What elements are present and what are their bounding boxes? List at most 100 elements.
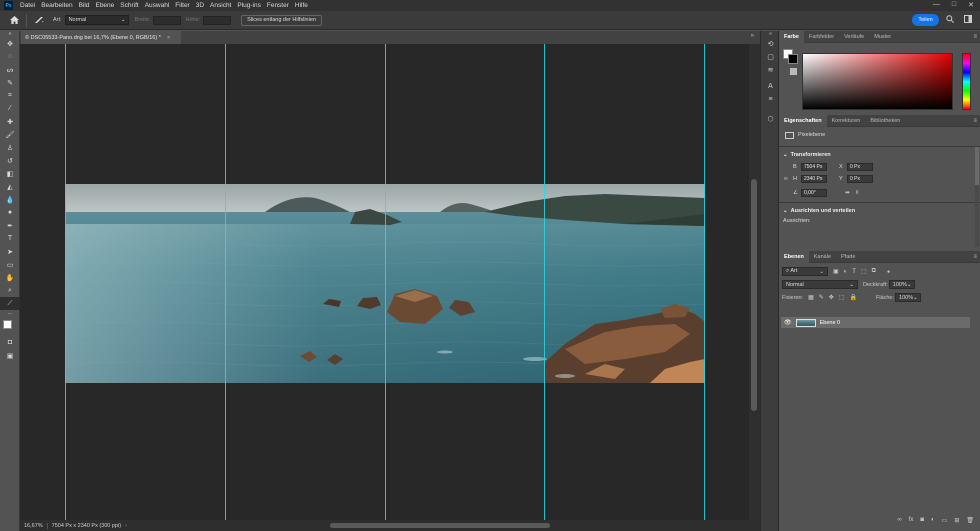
tab-bibliotheken[interactable]: Bibliotheken <box>865 115 905 127</box>
x-input[interactable]: 0 Px <box>847 163 873 171</box>
layer-name[interactable]: Ebene 0 <box>820 320 841 326</box>
healing-brush-tool-icon[interactable]: ✚ <box>0 115 20 128</box>
workspace-icon[interactable] <box>964 15 972 25</box>
guide-line[interactable] <box>704 44 705 520</box>
paint-bucket-tool-icon[interactable]: ◭ <box>0 180 20 193</box>
menu-datei[interactable]: Datei <box>17 2 38 9</box>
tab-ebenen[interactable]: Ebenen <box>779 250 809 263</box>
crop-tool-icon[interactable]: ⌗ <box>0 89 20 102</box>
status-menu-icon[interactable]: › <box>125 523 127 529</box>
lock-artboard-icon[interactable]: ⬚ <box>839 294 845 301</box>
home-icon[interactable] <box>8 14 20 26</box>
color-picker-field[interactable] <box>802 53 953 110</box>
adjustment-layer-icon[interactable]: ◐ <box>931 517 935 529</box>
menu-ebene[interactable]: Ebene <box>92 2 117 9</box>
panel-menu-icon[interactable]: ≡ <box>973 254 977 260</box>
visibility-eye-icon[interactable]: 👁 <box>784 319 792 326</box>
more-tools-icon[interactable]: ··· <box>0 310 20 318</box>
tab-verlaeufe[interactable]: Verläufe <box>839 31 869 43</box>
history-brush-tool-icon[interactable]: ↺ <box>0 154 20 167</box>
adjustments-panel-icon[interactable]: ≡ <box>761 93 780 106</box>
menu-auswahl[interactable]: Auswahl <box>142 2 173 9</box>
tab-muster[interactable]: Muster <box>869 31 896 43</box>
menu-3d[interactable]: 3D <box>193 2 207 9</box>
tab-korrekturen[interactable]: Korrekturen <box>827 115 866 127</box>
color-swatches[interactable] <box>0 318 19 336</box>
menu-filter[interactable]: Filter <box>172 2 192 9</box>
tab-farbe[interactable]: Farbe <box>779 30 804 43</box>
layer-style-icon[interactable]: fx <box>909 517 914 529</box>
delete-layer-icon[interactable]: 🗑 <box>966 517 974 529</box>
type-tool-icon[interactable]: T <box>0 232 20 245</box>
move-tool-icon[interactable]: ✥ <box>0 37 20 50</box>
zoom-level[interactable]: 16,67% <box>20 522 48 529</box>
properties-scrollbar[interactable] <box>975 147 979 247</box>
comments-panel-icon[interactable]: ▢ <box>761 50 780 63</box>
quick-selection-tool-icon[interactable]: ✎ <box>0 76 20 89</box>
panel-menu-icon[interactable]: ≡ <box>973 34 977 40</box>
panel-menu-icon[interactable]: ≡ <box>973 118 977 124</box>
quick-mask-icon[interactable]: ◘ <box>0 336 20 349</box>
3d-panel-icon[interactable]: ⬡ <box>761 112 780 125</box>
eraser-tool-icon[interactable]: ◧ <box>0 167 20 180</box>
vertical-scrollbar[interactable] <box>749 44 760 520</box>
flip-horizontal-icon[interactable]: ⇹ <box>845 190 855 196</box>
close-icon[interactable]: ✕ <box>968 1 974 9</box>
zoom-tool-icon[interactable]: ⌕ <box>0 284 20 297</box>
background-swatch[interactable] <box>788 54 798 64</box>
menu-bild[interactable]: Bild <box>76 2 93 9</box>
foreground-color-swatch[interactable] <box>3 320 12 329</box>
share-button[interactable]: Teilen <box>912 14 939 26</box>
width-input[interactable]: 7504 Px <box>801 163 827 171</box>
character-panel-icon[interactable]: A <box>761 80 780 93</box>
opacity-input[interactable]: 100% ⌄ <box>888 280 915 289</box>
filter-type-icon[interactable]: T <box>852 269 856 275</box>
lock-position-icon[interactable]: ✥ <box>829 294 834 301</box>
lock-all-icon[interactable]: 🔒 <box>850 294 857 301</box>
layer-filter-select[interactable]: ⌕ Art ⌄ <box>782 267 828 276</box>
path-selection-tool-icon[interactable]: ➤ <box>0 245 20 258</box>
horizontal-scroll-thumb[interactable] <box>330 523 550 528</box>
lasso-tool-icon[interactable]: ᔕ <box>0 63 20 76</box>
menu-hilfe[interactable]: Hilfe <box>292 2 311 9</box>
shape-tool-icon[interactable]: ▭ <box>0 258 20 271</box>
menu-bearbeiten[interactable]: Bearbeiten <box>38 2 75 9</box>
new-group-icon[interactable]: ▭ <box>942 517 948 529</box>
guide-line[interactable] <box>225 44 226 520</box>
filter-pixel-icon[interactable]: ▣ <box>833 268 839 275</box>
add-mask-icon[interactable]: ◙ <box>920 517 924 529</box>
pen-tool-icon[interactable]: ✒ <box>0 219 20 232</box>
filter-smart-object-icon[interactable]: ⧉ <box>872 268 876 275</box>
layer-row[interactable]: 👁 Ebene 0 <box>781 317 970 328</box>
document-tab[interactable]: © DSC05533-Pano.dng bei 16,7% (Ebene 0, … <box>21 31 181 44</box>
link-icon[interactable]: ∞ <box>779 176 793 182</box>
filter-adjustment-icon[interactable]: ◐ <box>844 269 848 275</box>
height-field[interactable] <box>203 15 232 25</box>
blend-mode-select[interactable]: Normal ⌄ <box>782 280 858 289</box>
tab-farbfelder[interactable]: Farbfelder <box>804 31 839 43</box>
tab-eigenschaften[interactable]: Eigenschaften <box>779 114 827 127</box>
vertical-scroll-thumb[interactable] <box>751 179 757 411</box>
width-field[interactable] <box>153 15 182 25</box>
hand-tool-icon[interactable]: ✋ <box>0 271 20 284</box>
flip-vertical-icon[interactable]: ⇳ <box>855 190 865 196</box>
transform-section-header[interactable]: ⌄ Transformieren <box>779 150 980 159</box>
slice-tool-icon[interactable]: ⟋ <box>0 297 20 310</box>
slices-from-guides-button[interactable]: Slices entlang der Hilfslinien <box>241 14 322 26</box>
filter-shape-icon[interactable]: ⬚ <box>861 268 867 275</box>
search-icon[interactable] <box>946 15 954 25</box>
menu-schrift[interactable]: Schrift <box>117 2 141 9</box>
tab-overflow-icon[interactable]: » <box>751 33 754 39</box>
guide-line[interactable] <box>385 44 386 520</box>
style-select[interactable]: Normal ⌄ <box>64 15 129 25</box>
close-tab-icon[interactable]: × <box>167 35 170 41</box>
history-panel-icon[interactable]: ⟲ <box>761 37 780 50</box>
brush-settings-panel-icon[interactable]: ≋ <box>761 63 780 76</box>
tab-kanaele[interactable]: Kanäle <box>809 251 836 263</box>
angle-input[interactable]: 0,00° <box>801 189 827 197</box>
eyedropper-tool-icon[interactable]: ⁄ <box>0 102 20 115</box>
fill-input[interactable]: 100% ⌄ <box>895 293 922 302</box>
maximize-icon[interactable]: □ <box>952 1 956 9</box>
guide-line[interactable] <box>544 44 545 520</box>
filter-toggle-icon[interactable]: ● <box>887 269 890 275</box>
